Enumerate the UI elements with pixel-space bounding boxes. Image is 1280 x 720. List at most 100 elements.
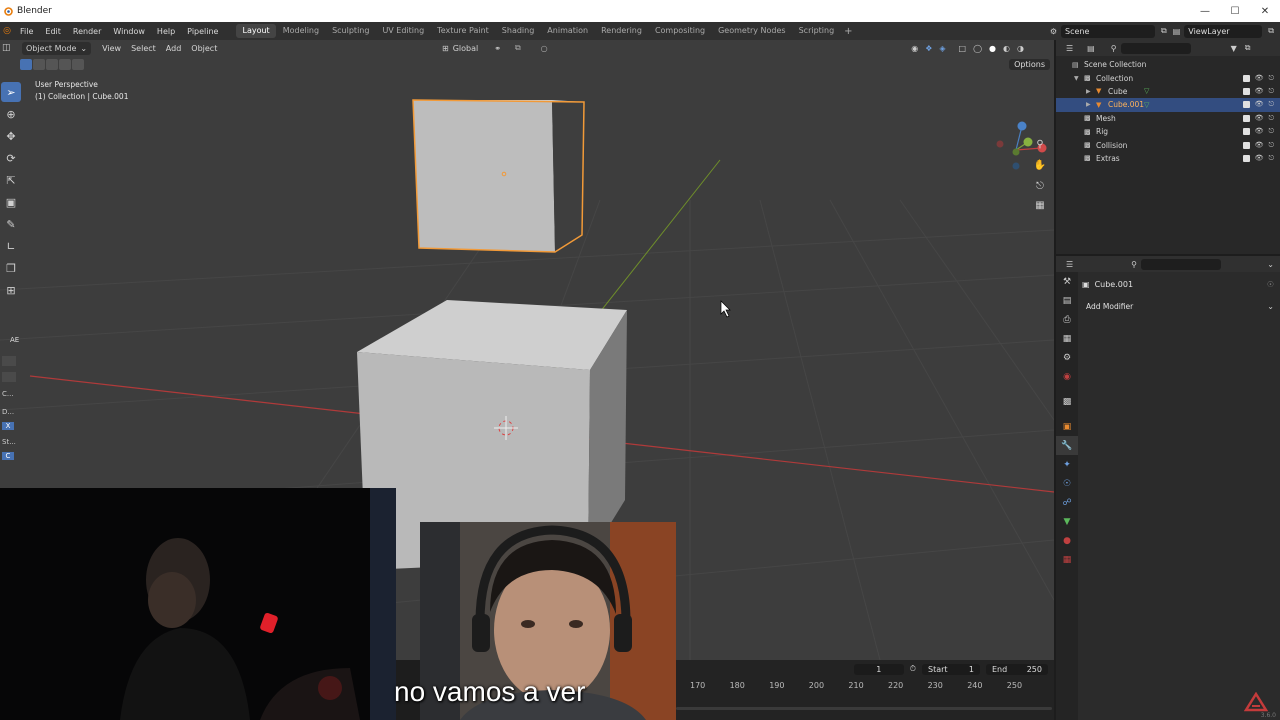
measure-tool-icon[interactable]: ∟ bbox=[1, 236, 21, 256]
view-layer-tab-icon[interactable]: ▦ bbox=[1056, 329, 1078, 348]
wireframe-shading-icon[interactable]: ◯ bbox=[973, 44, 982, 53]
display-mode-icon[interactable]: ▤ bbox=[1087, 44, 1095, 53]
viewport-menu-add[interactable]: Add bbox=[161, 44, 187, 53]
tab-layout[interactable]: Layout bbox=[236, 24, 276, 38]
camera-icon[interactable]: ⎋ bbox=[1268, 87, 1274, 96]
filter-icon[interactable]: ▼ bbox=[1231, 44, 1237, 53]
start-frame-field[interactable]: Start 1 bbox=[922, 663, 980, 675]
select-subtract-icon[interactable] bbox=[46, 59, 58, 70]
tab-animation[interactable]: Animation bbox=[541, 24, 594, 38]
end-frame-field[interactable]: End 250 bbox=[986, 663, 1048, 675]
blender-menu-icon[interactable]: ◎ bbox=[0, 26, 14, 36]
move-tool-icon[interactable]: ✥ bbox=[1, 126, 21, 146]
transform-tool-icon[interactable]: ▣ bbox=[1, 192, 21, 212]
render-tab-icon[interactable]: ▤ bbox=[1056, 291, 1078, 310]
outliner-search-input[interactable] bbox=[1120, 42, 1191, 54]
collection-tab-icon[interactable]: ▩ bbox=[1056, 392, 1078, 411]
eye-icon[interactable]: 👁 bbox=[1255, 114, 1264, 123]
new-view-layer-icon[interactable]: ⧉ bbox=[1268, 26, 1274, 36]
new-collection-icon[interactable]: ⧉ bbox=[1245, 43, 1251, 53]
select-invert-icon[interactable] bbox=[59, 59, 71, 70]
side-panel-field[interactable]: St... bbox=[2, 438, 20, 446]
texture-tab-icon[interactable]: ▦ bbox=[1056, 550, 1078, 569]
camera-view-icon[interactable]: ⎋ bbox=[1031, 177, 1049, 195]
collapse-arrow-icon[interactable]: ▼ bbox=[1074, 75, 1079, 82]
outliner-row[interactable]: ▩ Mesh 👁 ⎋ bbox=[1056, 112, 1280, 125]
options-dropdown[interactable]: Options bbox=[1009, 59, 1050, 70]
eye-icon[interactable]: 👁 bbox=[1255, 141, 1264, 150]
camera-icon[interactable]: ⎋ bbox=[1268, 100, 1274, 109]
editor-type-icon[interactable]: ◫ bbox=[2, 43, 11, 53]
constraints-tab-icon[interactable]: ☍ bbox=[1056, 493, 1078, 512]
eye-icon[interactable]: 👁 bbox=[1255, 154, 1264, 163]
expand-arrow-icon[interactable]: ▶ bbox=[1086, 88, 1091, 95]
side-panel-field[interactable]: D... bbox=[2, 408, 20, 416]
close-icon[interactable]: ✕ bbox=[1250, 0, 1280, 22]
side-panel-toggle[interactable]: X bbox=[2, 422, 14, 430]
select-intersect-icon[interactable] bbox=[72, 59, 84, 70]
ortho-toggle-icon[interactable]: ▦ bbox=[1031, 196, 1049, 214]
tool-tab-icon[interactable]: ⚒ bbox=[1056, 272, 1078, 291]
annotate-tool-icon[interactable]: ✎ bbox=[1, 214, 21, 234]
pin-icon[interactable]: ☉ bbox=[1267, 280, 1274, 289]
exclude-checkbox[interactable] bbox=[1242, 141, 1250, 149]
camera-icon[interactable]: ⎋ bbox=[1268, 114, 1274, 123]
viewport-menu-view[interactable]: View bbox=[97, 44, 126, 53]
world-tab-icon[interactable]: ◉ bbox=[1056, 367, 1078, 386]
chevron-down-icon[interactable]: ⌄ bbox=[1267, 260, 1274, 269]
expand-arrow-icon[interactable]: ▶ bbox=[1086, 101, 1091, 108]
add-cube-tool-icon[interactable]: ❐ bbox=[1, 258, 21, 278]
tab-sculpting[interactable]: Sculpting bbox=[326, 24, 375, 38]
eye-icon[interactable]: 👁 bbox=[1255, 127, 1264, 136]
rotate-tool-icon[interactable]: ⟳ bbox=[1, 148, 21, 168]
tab-texture-paint[interactable]: Texture Paint bbox=[431, 24, 495, 38]
data-tab-icon[interactable]: ▼ bbox=[1056, 512, 1078, 531]
object-tab-icon[interactable]: ▣ bbox=[1056, 417, 1078, 436]
eye-icon[interactable]: 👁 bbox=[1255, 87, 1264, 96]
exclude-checkbox[interactable] bbox=[1242, 74, 1250, 82]
add-workspace-icon[interactable]: + bbox=[844, 26, 852, 37]
menu-help[interactable]: Help bbox=[151, 27, 181, 36]
exclude-checkbox[interactable] bbox=[1242, 128, 1250, 136]
stopwatch-icon[interactable]: ⏱ bbox=[910, 664, 916, 674]
camera-icon[interactable]: ⎋ bbox=[1268, 74, 1274, 83]
tab-compositing[interactable]: Compositing bbox=[649, 24, 711, 38]
side-panel-button[interactable] bbox=[2, 372, 16, 382]
tab-uv-editing[interactable]: UV Editing bbox=[376, 24, 430, 38]
outliner-row[interactable]: ▩ Collision 👁 ⎋ bbox=[1056, 138, 1280, 151]
scene-selector[interactable]: Scene bbox=[1061, 24, 1155, 38]
menu-render[interactable]: Render bbox=[67, 27, 107, 36]
camera-icon[interactable]: ⎋ bbox=[1268, 127, 1274, 136]
select-box-tool-icon[interactable]: ➢ bbox=[1, 82, 21, 102]
exclude-checkbox[interactable] bbox=[1242, 154, 1250, 162]
material-tab-icon[interactable]: ● bbox=[1056, 531, 1078, 550]
transform-orientation-dropdown[interactable]: Global bbox=[453, 44, 479, 53]
viewport-menu-select[interactable]: Select bbox=[126, 44, 161, 53]
overlay-toggle-icon[interactable]: ◈ bbox=[939, 44, 945, 53]
tab-rendering[interactable]: Rendering bbox=[595, 24, 648, 38]
pivot-icon[interactable]: ⚭ bbox=[494, 44, 501, 53]
outliner-row[interactable]: ▶ ▼ Cube.001 ▽ 👁 ⎋ bbox=[1056, 98, 1280, 112]
scale-tool-icon[interactable]: ⇱ bbox=[1, 170, 21, 190]
menu-edit[interactable]: Edit bbox=[39, 27, 67, 36]
side-panel-button[interactable] bbox=[2, 356, 16, 366]
object-mode-dropdown[interactable]: Object Mode ⌄ bbox=[22, 41, 92, 55]
visibility-icon[interactable]: ◉ bbox=[911, 44, 918, 53]
side-panel-toggle[interactable]: C bbox=[2, 452, 14, 460]
maximize-icon[interactable]: ☐ bbox=[1220, 0, 1250, 22]
select-new-icon[interactable] bbox=[20, 59, 32, 70]
add-cursor-tool-icon[interactable]: ⊞ bbox=[1, 280, 21, 300]
proportional-edit-icon[interactable]: ○ bbox=[541, 44, 548, 53]
timeline-ruler[interactable]: 170 180 190 200 210 220 230 240 250 bbox=[676, 678, 1054, 694]
tab-shading[interactable]: Shading bbox=[496, 24, 541, 38]
modifiers-tab-icon[interactable]: 🔧 bbox=[1056, 436, 1078, 455]
output-tab-icon[interactable]: ⎙ bbox=[1056, 310, 1078, 329]
outliner-editor-icon[interactable]: ☰ bbox=[1066, 44, 1073, 53]
camera-icon[interactable]: ⎋ bbox=[1268, 141, 1274, 150]
properties-search-input[interactable] bbox=[1141, 258, 1222, 270]
eye-icon[interactable]: 👁 bbox=[1255, 100, 1264, 109]
minimize-icon[interactable]: — bbox=[1190, 0, 1220, 22]
timeline-scrollbar[interactable] bbox=[676, 707, 1052, 710]
pan-hand-icon[interactable]: ✋ bbox=[1031, 156, 1049, 174]
exclude-checkbox[interactable] bbox=[1242, 114, 1250, 122]
